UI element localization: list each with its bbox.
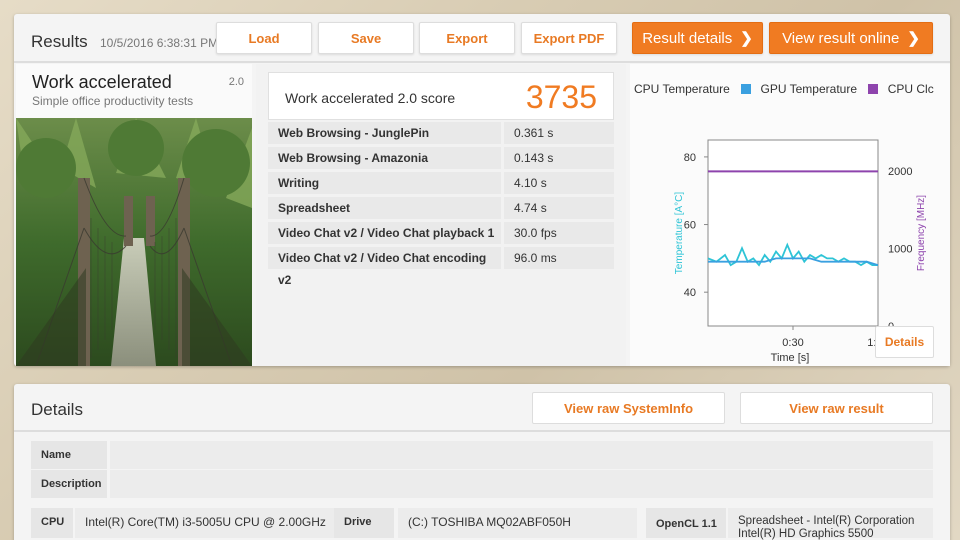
y-right-tick: 1000: [888, 244, 912, 256]
score-area: Work accelerated 2.0 score 3735 Web Brow…: [256, 64, 626, 366]
x-tick: 0:30: [782, 337, 803, 349]
subtest-row: Writing 4.10 s: [268, 172, 614, 197]
opencl-value: Spreadsheet - Intel(R) Corporation Intel…: [728, 508, 933, 540]
benchmark-card: Work accelerated 2.0 Simple office produ…: [16, 64, 252, 366]
score-label: Work accelerated 2.0 score: [285, 90, 456, 106]
result-details-button[interactable]: Result details ❯: [632, 22, 763, 54]
chevron-right-icon: ❯: [740, 30, 753, 47]
opencl-value-line-2: Intel(R) HD Graphics 5500: [738, 528, 874, 540]
subtest-name: Writing: [268, 172, 501, 197]
legend-gpu-swatch: [741, 84, 752, 94]
y-left-tick: 40: [684, 287, 696, 299]
y-left-tick: 80: [684, 152, 696, 164]
view-raw-systeminfo-button[interactable]: View raw SystemInfo: [532, 392, 725, 424]
subtests-table: Web Browsing - JunglePin 0.361 s Web Brows…: [268, 122, 614, 287]
result-details-label: Result details: [642, 29, 733, 47]
y-left-tick: 60: [684, 220, 696, 232]
view-raw-result-button[interactable]: View raw result: [740, 392, 933, 424]
monitoring-chart: 8060402000100000:301:00Time [s]Temperatu…: [674, 139, 927, 364]
description-value: [110, 470, 933, 498]
y-right-axis-label: Frequency [MHz]: [916, 195, 927, 271]
header-divider: [14, 61, 950, 63]
benchmark-version: 2.0: [228, 76, 244, 88]
chart-legend: CPU Temperature GPU Temperature CPU Clc: [634, 82, 934, 96]
x-axis-label: Time [s]: [771, 352, 810, 364]
export-pdf-button[interactable]: Export PDF: [521, 22, 617, 54]
plot-frame: [707, 139, 879, 327]
details-title: Details: [31, 400, 83, 419]
legend-cpu-temp: CPU Temperature: [634, 82, 730, 96]
load-button[interactable]: Load: [216, 22, 312, 54]
y-right-tick: 2000: [888, 166, 912, 178]
subtest-name: Web Browsing - Amazonia: [268, 147, 501, 172]
benchmark-description: Simple office productivity tests: [32, 94, 194, 108]
benchmark-image: [16, 118, 252, 366]
view-online-label: View result online: [782, 29, 900, 47]
chevron-right-icon: ❯: [907, 30, 920, 47]
legend-gpu-temp: GPU Temperature: [760, 82, 858, 96]
results-panel: Results 10/5/2016 6:38:31 PM Load Save E…: [14, 14, 950, 366]
details-panel: Details View raw SystemInfo View raw res…: [14, 384, 950, 540]
subtest-value: 96.0 ms: [504, 247, 614, 272]
subtest-value: 0.361 s: [504, 122, 614, 147]
subtest-row: Spreadsheet 4.74 s: [268, 197, 614, 222]
subtest-value: 4.74 s: [504, 197, 614, 222]
subtest-row: Web Browsing - JunglePin 0.361 s: [268, 122, 614, 147]
chart-area: CPU Temperature GPU Temperature CPU Clc …: [630, 64, 950, 366]
drive-value: (C:) TOSHIBA MQ02ABF050H: [398, 508, 637, 538]
y-left-axis-label: Temperature [A°C]: [674, 192, 685, 275]
cpu-label: CPU: [31, 508, 73, 538]
export-button[interactable]: Export: [419, 22, 515, 54]
name-label: Name: [31, 441, 107, 469]
details-divider: [14, 430, 950, 432]
legend-clock-swatch: [868, 84, 879, 94]
subtest-value: 4.10 s: [504, 172, 614, 197]
score-value: 3735: [525, 79, 597, 115]
drive-label: Drive: [334, 508, 394, 538]
chart-details-button[interactable]: Details: [875, 326, 934, 358]
subtest-row: Video Chat v2 / Video Chat encoding v2 96…: [268, 247, 614, 287]
name-value: [110, 441, 933, 469]
subtest-name: Spreadsheet: [268, 197, 501, 222]
subtest-name: Video Chat v2 / Video Chat playback 1 v2: [268, 222, 501, 262]
description-label: Description: [31, 470, 107, 498]
subtest-row: Video Chat v2 / Video Chat playback 1 v2…: [268, 222, 614, 262]
score-box: Work accelerated 2.0 score 3735: [268, 72, 614, 120]
subtest-value: 30.0 fps: [504, 222, 614, 247]
subtest-name: Web Browsing - JunglePin: [268, 122, 501, 147]
opencl-value-line-1: Spreadsheet - Intel(R) Corporation: [738, 515, 915, 527]
view-online-button[interactable]: View result online ❯: [769, 22, 933, 54]
subtest-name: Video Chat v2 / Video Chat encoding v2: [268, 247, 501, 287]
legend-cpu-clock: CPU Clc: [887, 82, 934, 96]
opencl-label: OpenCL 1.1: [646, 508, 726, 538]
subtest-row: Web Browsing - Amazonia 0.143 s: [268, 147, 614, 172]
results-title: Results: [31, 32, 88, 51]
cpu-value: Intel(R) Core(TM) i3-5005U CPU @ 2.00GHz: [75, 508, 337, 538]
save-button[interactable]: Save: [318, 22, 414, 54]
results-date: 10/5/2016 6:38:31 PM: [100, 36, 219, 50]
benchmark-name: Work accelerated: [32, 72, 172, 92]
subtest-value: 0.143 s: [504, 147, 614, 172]
